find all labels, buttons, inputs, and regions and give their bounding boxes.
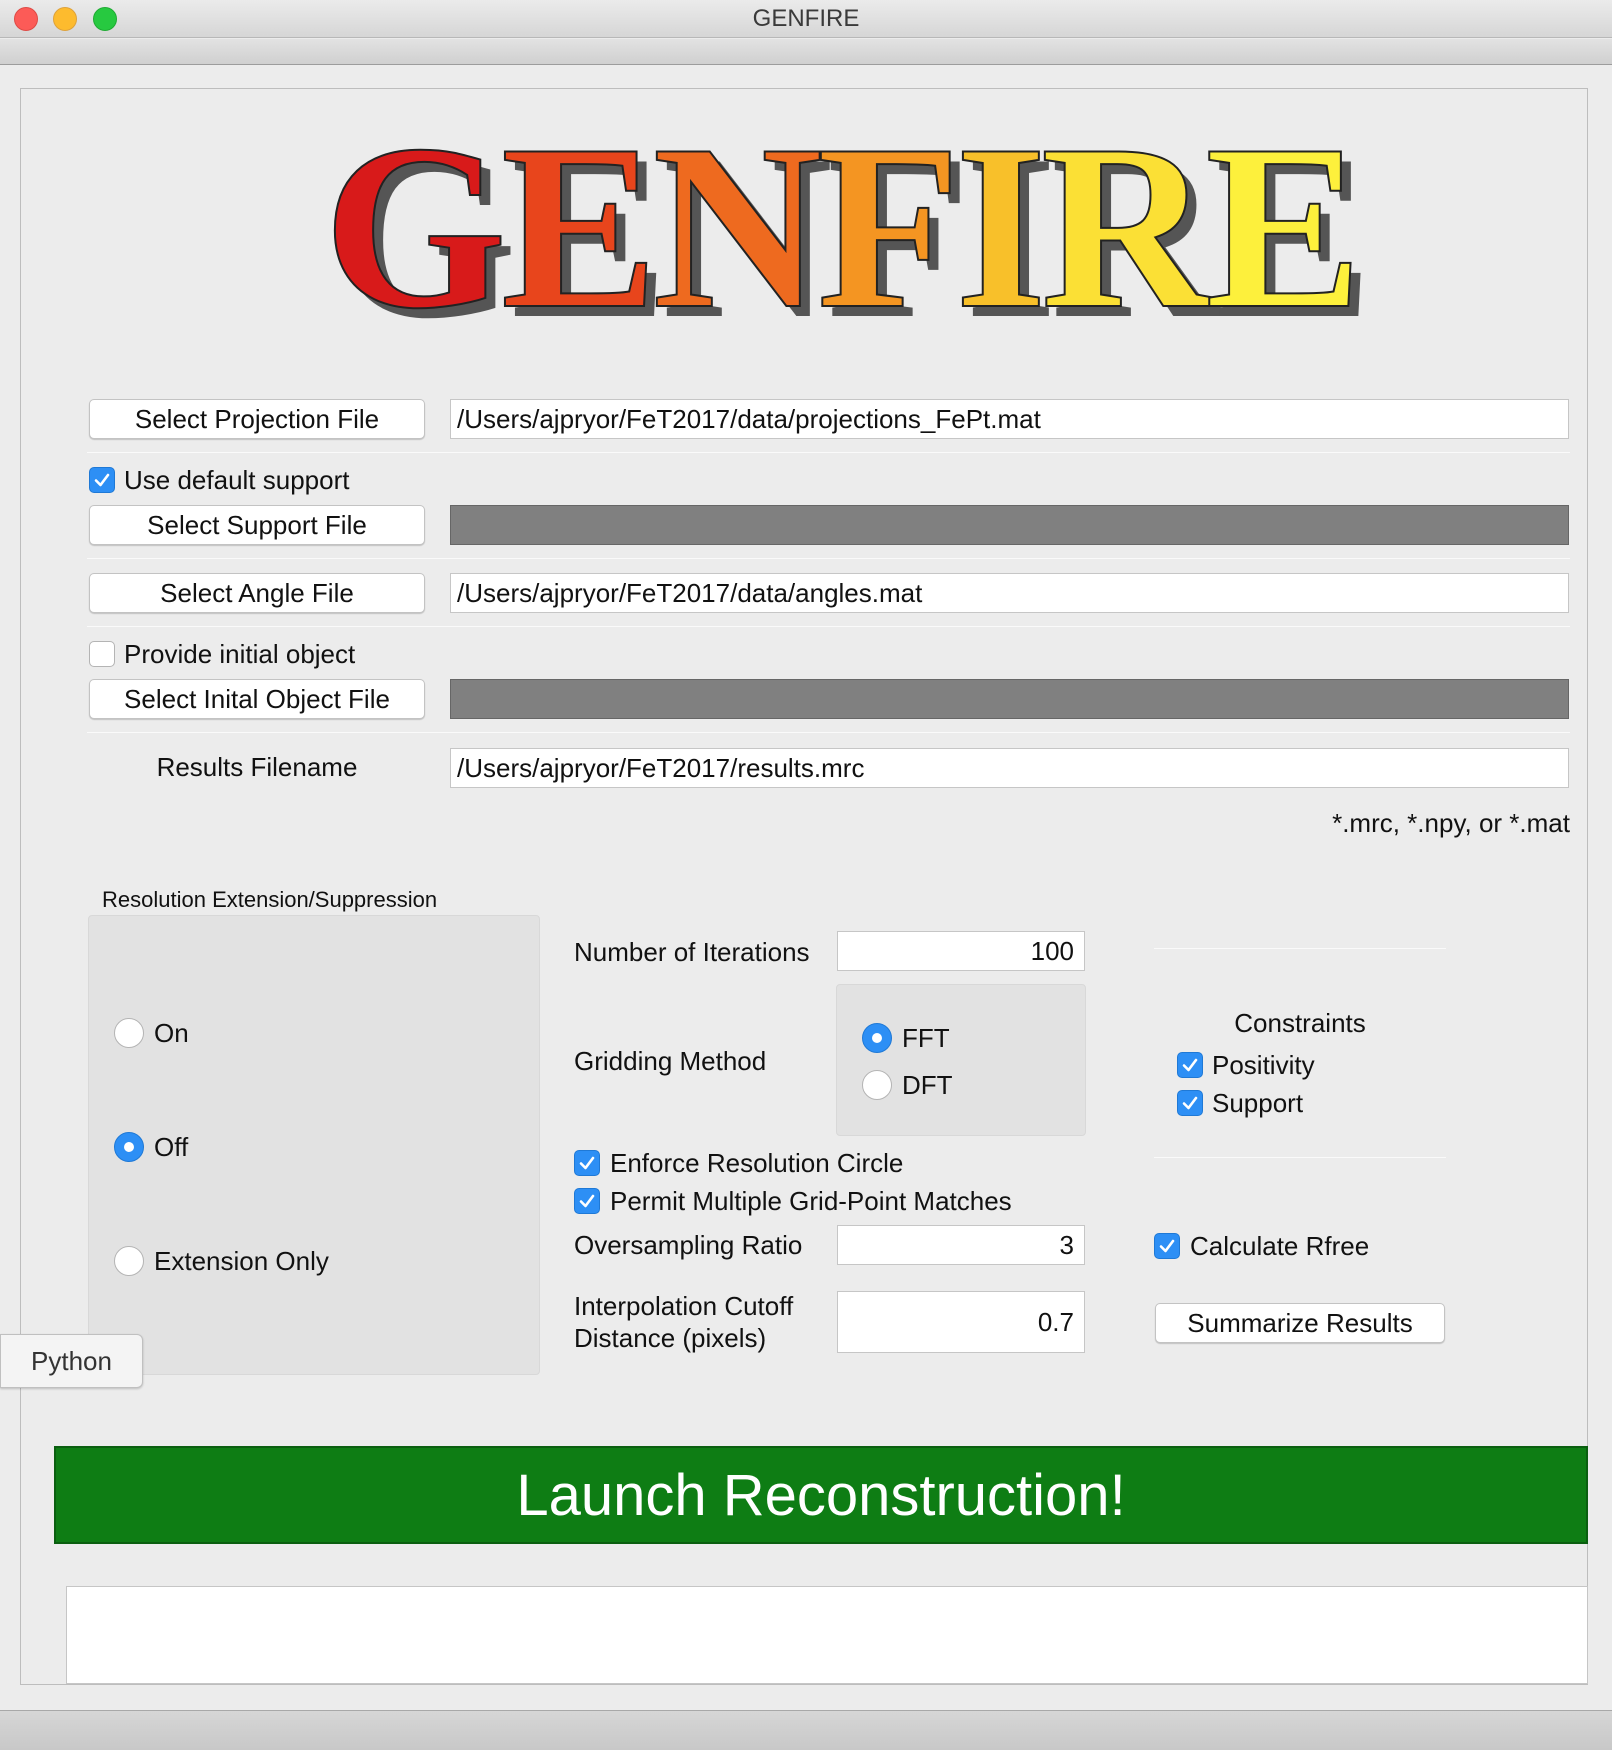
iterations-input[interactable]: 100 [837, 931, 1085, 971]
logo-letter: F [816, 97, 962, 358]
results-format-hint: *.mrc, *.npy, or *.mat [1332, 808, 1570, 838]
logo-letter: N [651, 97, 823, 358]
enforce-resolution-circle-checkbox[interactable] [574, 1150, 600, 1176]
checkmark-icon [579, 1194, 595, 1208]
logo-letter: R [1040, 97, 1212, 358]
constraints-title: Constraints [1234, 1008, 1366, 1038]
toolbar-strip [0, 39, 1612, 65]
select-support-file-button[interactable]: Select Support File [89, 505, 425, 545]
positivity-checkbox[interactable] [1177, 1052, 1203, 1078]
use-default-support-checkbox[interactable] [89, 467, 115, 493]
support-constraint-label: Support [1212, 1088, 1304, 1118]
checkmark-icon [1182, 1058, 1198, 1072]
permit-multiple-matches-label: Permit Multiple Grid-Point Matches [610, 1186, 1012, 1216]
initial-object-file-path-field [450, 679, 1569, 719]
logo-letter: E [1204, 97, 1363, 358]
select-initial-object-file-button[interactable]: Select Inital Object File [89, 679, 425, 719]
checkmark-icon [579, 1156, 595, 1170]
projection-file-path-field[interactable]: /Users/ajpryor/FeT2017/data/projections_… [450, 399, 1569, 439]
logo-letter: G [322, 97, 508, 358]
select-angle-file-button[interactable]: Select Angle File [89, 573, 425, 613]
resolution-off-radio[interactable] [114, 1132, 144, 1162]
gridding-fft-label: FFT [902, 1023, 950, 1053]
python-tab[interactable]: Python [0, 1334, 143, 1388]
resolution-on-label: On [154, 1018, 189, 1048]
resolution-extension-only-radio[interactable] [114, 1246, 144, 1276]
calculate-rfree-label: Calculate Rfree [1190, 1231, 1370, 1261]
launch-reconstruction-button[interactable]: Launch Reconstruction! [54, 1446, 1588, 1544]
resolution-group-title: Resolution Extension/Suppression [102, 887, 438, 912]
gridding-method-group [836, 984, 1086, 1136]
separator [87, 732, 1570, 733]
provide-initial-object-checkbox[interactable] [89, 641, 115, 667]
summarize-results-button[interactable]: Summarize Results [1155, 1303, 1445, 1343]
resolution-extension-only-label: Extension Only [154, 1246, 329, 1276]
resolution-on-radio[interactable] [114, 1018, 144, 1048]
checkmark-icon [94, 473, 110, 487]
permit-multiple-matches-checkbox[interactable] [574, 1188, 600, 1214]
angle-file-path-field[interactable]: /Users/ajpryor/FeT2017/data/angles.mat [450, 573, 1569, 613]
gridding-method-label: Gridding Method [574, 1046, 767, 1076]
separator [1154, 1157, 1446, 1158]
checkmark-icon [1182, 1096, 1198, 1110]
separator [87, 452, 1570, 453]
interpolation-cutoff-label-line2: Distance (pixels) [574, 1323, 767, 1353]
logo-letter: I [954, 97, 1048, 358]
use-default-support-label: Use default support [124, 465, 350, 495]
calculate-rfree-checkbox[interactable] [1154, 1233, 1180, 1259]
window-title: GENFIRE [752, 5, 860, 32]
checkmark-icon [1159, 1239, 1175, 1253]
oversampling-ratio-label: Oversampling Ratio [574, 1230, 803, 1260]
support-file-path-field [450, 505, 1569, 545]
separator [1154, 948, 1446, 949]
support-constraint-checkbox[interactable] [1177, 1090, 1203, 1116]
resolution-off-label: Off [154, 1132, 189, 1162]
interpolation-cutoff-input[interactable]: 0.7 [837, 1291, 1085, 1353]
separator [87, 626, 1570, 627]
gridding-dft-radio[interactable] [862, 1070, 892, 1100]
separator [87, 558, 1570, 559]
positivity-label: Positivity [1212, 1050, 1315, 1080]
interpolation-cutoff-label-line1: Interpolation Cutoff [574, 1291, 794, 1321]
provide-initial-object-label: Provide initial object [124, 639, 356, 669]
bottom-status-strip [0, 1710, 1612, 1750]
gridding-fft-radio[interactable] [862, 1023, 892, 1053]
results-filename-field[interactable]: /Users/ajpryor/FeT2017/results.mrc [450, 748, 1569, 788]
oversampling-ratio-input[interactable]: 3 [837, 1225, 1085, 1265]
iterations-label: Number of Iterations [574, 937, 810, 967]
results-filename-label: Results Filename [156, 752, 358, 782]
genfire-logo: GENFIRE [300, 109, 1380, 347]
select-projection-file-button[interactable]: Select Projection File [89, 399, 425, 439]
logo-letter: E [500, 97, 659, 358]
enforce-resolution-circle-label: Enforce Resolution Circle [610, 1148, 904, 1178]
gridding-dft-label: DFT [902, 1070, 953, 1100]
output-log-area[interactable] [66, 1586, 1588, 1684]
